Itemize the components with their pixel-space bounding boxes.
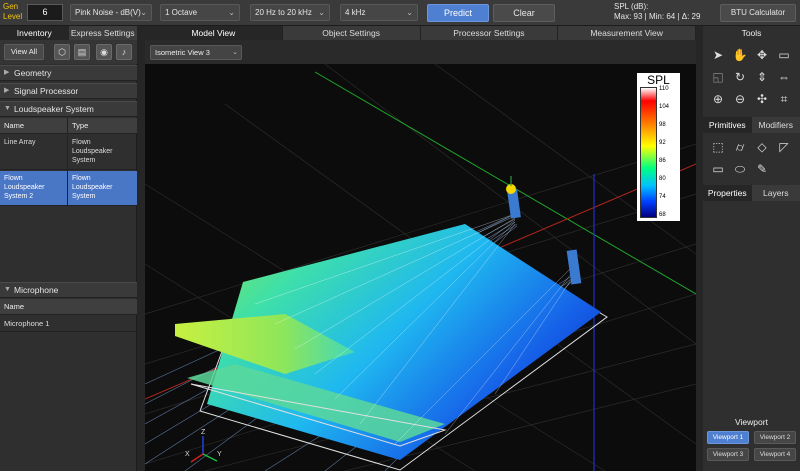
fit-view-icon[interactable]: ✣ — [751, 88, 773, 110]
top-toolbar: Gen Level 6 Pink Noise - dB(V) ⌄ 1 Octave… — [0, 0, 800, 26]
loudspeaker-table-header: Name Type — [0, 118, 137, 134]
svg-text:X: X — [185, 451, 190, 458]
pan-hand-icon[interactable]: ✋ — [729, 44, 751, 66]
speaker-icon[interactable]: ◉ — [96, 44, 112, 60]
right-panel: Tools ➤ ✋ ✥ ▭ ◱ ↻ ⇕ ⇔ ⊕ ⊖ ✣ ⌗ Primitives… — [703, 26, 800, 471]
primitives-tabs: Primitives Modifiers — [703, 117, 800, 133]
svg-text:Y: Y — [217, 451, 222, 458]
box-icon[interactable]: ⬚ — [707, 136, 729, 158]
center-tabs: Model View Object Settings Processor Set… — [145, 26, 696, 40]
view-all-button[interactable]: View All — [4, 44, 44, 60]
flip-horizontal-icon[interactable]: ⇔ — [773, 66, 795, 88]
tab-processor-settings[interactable]: Processor Settings — [421, 26, 559, 40]
cube-icon[interactable]: ⬡ — [54, 44, 70, 60]
spl-readout: SPL (dB): Max: 93 | Min: 64 | Δ: 29 — [614, 2, 701, 21]
spl-color-scale — [640, 87, 657, 218]
range-select[interactable]: 20 Hz to 20 kHz ⌄ — [250, 4, 330, 21]
view-toolbar: Isometric View 3 ⌄ — [145, 40, 696, 64]
clear-button[interactable]: Clear — [493, 4, 555, 22]
microphone-table-header: Name — [0, 299, 137, 315]
pencil-icon[interactable]: ✎ — [751, 158, 773, 180]
table-row[interactable]: Flown Loudspeaker System 2 Flown Loudspe… — [0, 171, 137, 206]
zoom-in-icon[interactable]: ⊕ — [707, 88, 729, 110]
viewport-2-button[interactable]: Viewport 2 — [754, 431, 796, 444]
viewport-title: Viewport — [703, 415, 800, 429]
section-loudspeaker-system[interactable]: ▼ Loudspeaker System — [0, 101, 137, 117]
wedge-icon[interactable]: ◸ — [773, 136, 795, 158]
rotate-icon[interactable]: ↻ — [729, 66, 751, 88]
chevron-right-icon: ▶ — [4, 69, 10, 76]
cylinder-icon[interactable]: ⌭ — [729, 136, 751, 158]
primitives-grid: ⬚ ⌭ ◇ ◸ ▭ ⬭ ✎ — [707, 136, 797, 180]
ellipse-icon[interactable]: ⬭ — [729, 158, 751, 180]
tab-primitives[interactable]: Primitives — [703, 117, 752, 133]
3d-viewport[interactable]: Z X Y — [145, 64, 696, 471]
chevron-down-icon: ⌄ — [140, 8, 147, 17]
app-window: Gen Level 6 Pink Noise - dB(V) ⌄ 1 Octave… — [0, 0, 800, 471]
left-splitter[interactable] — [137, 26, 145, 471]
tab-express-settings[interactable]: Express Settings — [68, 26, 137, 40]
chevron-right-icon: ▶ — [4, 87, 10, 94]
film-icon[interactable]: ▤ — [74, 44, 90, 60]
select-arrow-icon[interactable]: ➤ — [707, 44, 729, 66]
scale-icon[interactable]: ◱ — [707, 66, 729, 88]
chevron-down-icon: ⌄ — [318, 8, 325, 17]
tab-inventory[interactable]: Inventory — [0, 26, 69, 40]
tools-title: Tools — [703, 26, 800, 40]
btu-calculator-button[interactable]: BTU Calculator — [720, 4, 796, 22]
rectangle-icon[interactable]: ▭ — [707, 158, 729, 180]
section-geometry[interactable]: ▶ Geometry — [0, 65, 137, 81]
properties-tabs: Properties Layers — [703, 185, 800, 201]
view-select[interactable]: Isometric View 3 ⌄ — [150, 45, 242, 60]
tab-layers[interactable]: Layers — [751, 185, 800, 201]
gen-level-label: Gen Level — [3, 2, 23, 21]
spl-legend: SPL 110 104 98 92 86 80 74 68 — [637, 73, 680, 221]
viewport-4-button[interactable]: Viewport 4 — [754, 448, 796, 461]
inventory-toolbar: View All ⬡ ▤ ◉ ♪ — [0, 40, 137, 64]
left-tabs: Inventory Express Settings — [0, 26, 137, 40]
move-icon[interactable]: ✥ — [751, 44, 773, 66]
flip-vertical-icon[interactable]: ⇕ — [751, 66, 773, 88]
predict-button[interactable]: Predict — [427, 4, 489, 22]
chevron-down-icon: ⌄ — [232, 49, 238, 56]
model-view-area: Model View Object Settings Processor Set… — [145, 26, 696, 471]
viewport-3-button[interactable]: Viewport 3 — [707, 448, 749, 461]
bandwidth-select[interactable]: 1 Octave ⌄ — [160, 4, 240, 21]
frequency-select[interactable]: 4 kHz ⌄ — [340, 4, 418, 21]
chevron-down-icon: ⌄ — [406, 8, 413, 17]
chevron-down-icon: ▼ — [4, 105, 11, 112]
svg-text:Z: Z — [201, 429, 206, 436]
chevron-down-icon: ▼ — [4, 286, 11, 293]
slab-icon[interactable]: ◇ — [751, 136, 773, 158]
left-panel: Inventory Express Settings View All ⬡ ▤ … — [0, 26, 137, 471]
tab-modifiers[interactable]: Modifiers — [751, 117, 800, 133]
tab-model-view[interactable]: Model View — [145, 26, 283, 40]
list-item[interactable]: Microphone 1 — [0, 316, 137, 332]
gen-level-input[interactable]: 6 — [27, 4, 63, 21]
zoom-out-icon[interactable]: ⊖ — [729, 88, 751, 110]
right-splitter[interactable] — [696, 26, 703, 471]
table-row[interactable]: Line Array Flown Loudspeaker System — [0, 135, 137, 170]
viewport-1-button[interactable]: Viewport 1 — [707, 431, 749, 444]
ruler-icon[interactable]: ▭ — [773, 44, 795, 66]
crop-icon[interactable]: ⌗ — [773, 88, 795, 110]
chevron-down-icon: ⌄ — [228, 8, 235, 17]
tab-measurement-view[interactable]: Measurement View — [558, 26, 696, 40]
microphone-icon[interactable]: ♪ — [116, 44, 132, 60]
section-microphone[interactable]: ▼ Microphone — [0, 282, 137, 298]
signal-select[interactable]: Pink Noise - dB(V) ⌄ — [70, 4, 152, 21]
section-signal-processor[interactable]: ▶ Signal Processor — [0, 83, 137, 99]
tab-object-settings[interactable]: Object Settings — [283, 26, 421, 40]
tab-properties[interactable]: Properties — [703, 185, 752, 201]
tools-grid: ➤ ✋ ✥ ▭ ◱ ↻ ⇕ ⇔ ⊕ ⊖ ✣ ⌗ — [707, 44, 797, 110]
